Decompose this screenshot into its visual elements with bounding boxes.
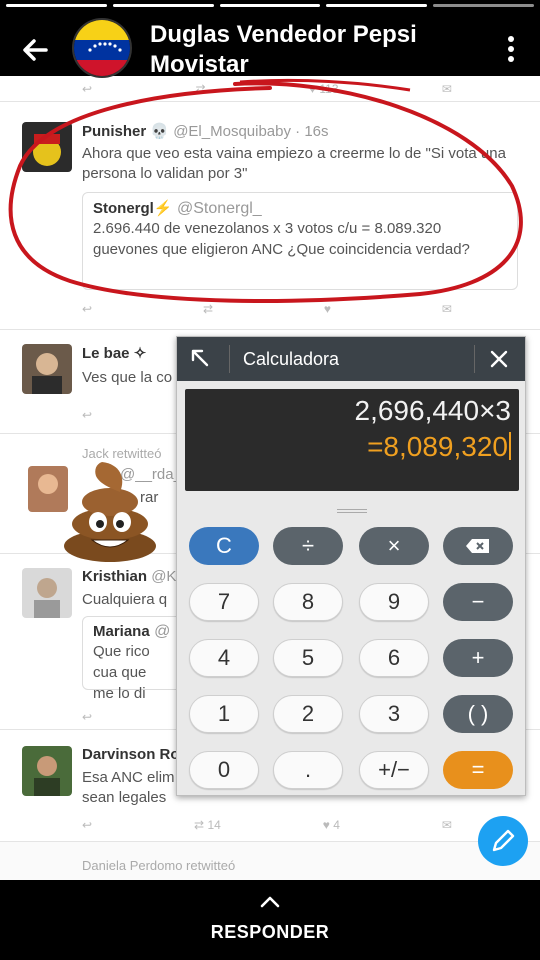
user-avatar — [22, 746, 72, 796]
progress-segment — [326, 4, 428, 7]
plus-button[interactable]: + — [443, 639, 513, 677]
reply-icon: ↩ — [82, 302, 93, 316]
minus-button[interactable]: − — [443, 583, 513, 621]
venezuela-flag-avatar — [74, 20, 130, 76]
reply-icon: ↩ — [82, 818, 93, 832]
retweet-label: Daniela Perdomo retwitteó — [82, 858, 236, 873]
compose-icon — [492, 829, 515, 852]
digit-9-button[interactable]: 9 — [359, 583, 429, 621]
tweet-author: Kristhian @K — [82, 568, 177, 585]
story-viewer: Duglas Vendedor Pepsi Movistar ↩ ⇄ ♥ 113… — [0, 0, 540, 960]
sign-toggle-button[interactable]: +/− — [359, 751, 429, 789]
compose-button[interactable] — [478, 816, 528, 866]
decimal-point-button[interactable]: . — [273, 751, 343, 789]
arrow-left-icon[interactable] — [16, 30, 56, 70]
user-avatar — [22, 122, 72, 172]
reply-icon: ↩ — [82, 408, 93, 422]
dm-icon: ✉ — [441, 818, 452, 832]
tweet-author: Le bae ✧ — [82, 345, 147, 362]
digit-6-button[interactable]: 6 — [359, 639, 429, 677]
progress-segment — [433, 4, 534, 7]
digit-8-button[interactable]: 8 — [273, 583, 343, 621]
calculator-result: =8,089,320 — [367, 431, 511, 463]
tweet-actions: ↩ ⇄ ♥ 113 ✉ — [82, 82, 452, 96]
retweet-icon: ⇄ — [202, 302, 214, 316]
tweet-actions: ↩ ⇄ 14 ♥ 4 ✉ — [82, 818, 452, 832]
like-count: ♥ 113 — [308, 82, 339, 96]
digit-5-button[interactable]: 5 — [273, 639, 343, 677]
digit-2-button[interactable]: 2 — [273, 695, 343, 733]
reply-icon: ↩ — [82, 710, 93, 724]
calculator-expression: 2,696,440×3 — [354, 395, 512, 426]
story-progress — [6, 4, 534, 7]
calculator-window[interactable]: Calculadora 2,696,440×3 =8,089,320 C ÷ × — [176, 336, 526, 796]
calculator-title: Calculadora — [243, 349, 340, 369]
digit-7-button[interactable]: 7 — [189, 583, 259, 621]
dm-icon: ✉ — [441, 302, 452, 316]
close-icon[interactable] — [487, 347, 511, 371]
drag-handle[interactable] — [337, 509, 367, 513]
user-avatar — [22, 568, 72, 618]
divide-button[interactable]: ÷ — [273, 527, 343, 565]
progress-segment — [6, 4, 107, 7]
reply-bar[interactable]: RESPONDER — [0, 880, 540, 960]
tweet-card: Punisher 💀 @El_Mosquibaby · 16s Ahora qu… — [0, 102, 540, 330]
parentheses-button[interactable]: ( ) — [443, 695, 513, 733]
equals-button[interactable]: = — [443, 751, 513, 789]
quoted-tweet-text: Que rico cua que me lo di — [93, 643, 150, 702]
digit-3-button[interactable]: 3 — [359, 695, 429, 733]
digit-0-button[interactable]: 0 — [189, 751, 259, 789]
resize-icon[interactable] — [189, 347, 213, 371]
quoted-tweet-text: 2.696.440 de venezolanos x 3 votos c/u =… — [93, 220, 470, 258]
like-count: ♥ 4 — [322, 818, 340, 832]
chat-title[interactable]: Duglas Vendedor Pepsi Movistar — [150, 20, 480, 80]
tweet-author: Darvinson Ro — [82, 746, 180, 763]
digit-4-button[interactable]: 4 — [189, 639, 259, 677]
backspace-button[interactable] — [443, 527, 513, 565]
tweet-text: Ahora que veo esta vaina empiezo a creer… — [82, 145, 506, 182]
user-avatar — [22, 344, 72, 394]
tweet-actions: ↩ ⇄ ♥ ✉ — [82, 302, 452, 316]
progress-segment — [219, 4, 321, 7]
calculator-titlebar[interactable]: Calculadora — [177, 337, 525, 381]
more-vert-icon[interactable] — [508, 36, 516, 64]
avatar[interactable] — [72, 18, 132, 78]
divider — [229, 345, 230, 373]
story-header: Duglas Vendedor Pepsi Movistar — [0, 0, 540, 78]
backspace-icon — [466, 539, 489, 553]
reply-icon: ↩ — [82, 82, 93, 96]
progress-segment — [112, 4, 214, 7]
quoted-tweet: Stonergl⚡ @Stonergl_ 2.696.440 de venezo… — [82, 192, 518, 290]
retweet-icon: ⇄ — [195, 82, 206, 96]
digit-1-button[interactable]: 1 — [189, 695, 259, 733]
tweet-author: Punisher 💀 @El_Mosquibaby · 16s — [82, 123, 329, 140]
multiply-button[interactable]: × — [359, 527, 429, 565]
retweet-count: ⇄ 14 — [194, 818, 221, 832]
calculator-display: 2,696,440×3 =8,089,320 — [185, 389, 519, 491]
chevron-up-icon — [260, 896, 280, 908]
screenshot-image: ↩ ⇄ ♥ 113 ✉ Punisher 💀 @El_Mosquibaby · … — [0, 76, 540, 880]
quoted-tweet: Mariana @ Que rico cua que me lo di — [82, 616, 182, 702]
like-icon: ♥ — [323, 302, 332, 316]
clear-button[interactable]: C — [189, 527, 259, 565]
dm-icon: ✉ — [441, 82, 452, 96]
divider — [474, 345, 475, 373]
reply-button[interactable]: RESPONDER — [0, 922, 540, 943]
poop-emoji-icon — [64, 462, 156, 562]
